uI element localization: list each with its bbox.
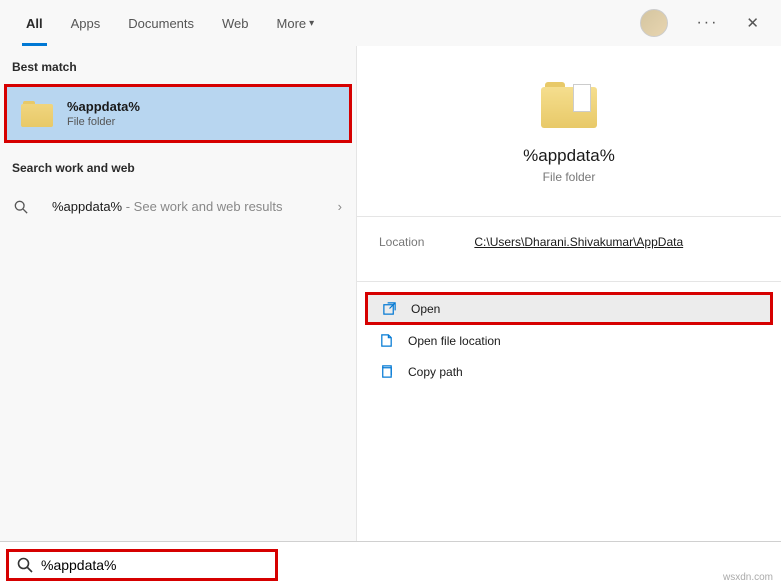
- best-match-result[interactable]: %appdata% File folder: [7, 87, 349, 140]
- filter-tabs: All Apps Documents Web More ▾ ··· ✕: [0, 0, 781, 46]
- web-result-text: %appdata% - See work and web results: [52, 199, 324, 214]
- result-subtitle: File folder: [67, 116, 335, 128]
- location-row: Location C:\Users\Dharani.Shivakumar\App…: [357, 217, 781, 267]
- search-bar: wsxdn.com: [0, 541, 781, 587]
- chevron-right-icon: ›: [338, 199, 342, 214]
- action-copy-path-label: Copy path: [408, 365, 463, 379]
- preview-subtitle: File folder: [377, 170, 761, 184]
- result-text: %appdata% File folder: [67, 99, 335, 128]
- preview-title: %appdata%: [377, 146, 761, 166]
- chevron-down-icon: ▾: [309, 18, 314, 29]
- folder-large-icon: [541, 82, 597, 128]
- action-open-file-location[interactable]: Open file location: [357, 325, 781, 356]
- search-icon: [9, 557, 41, 573]
- copy-icon: [379, 364, 394, 379]
- preview-header: %appdata% File folder: [357, 46, 781, 202]
- main-content: Best match %appdata% File folder Search …: [0, 46, 781, 541]
- user-avatar[interactable]: [640, 9, 668, 37]
- tab-apps[interactable]: Apps: [57, 0, 115, 46]
- file-location-icon: [379, 333, 394, 348]
- header-right: ··· ✕: [640, 9, 781, 37]
- search-box-highlight: [6, 549, 278, 581]
- web-result-suffix: - See work and web results: [122, 199, 282, 214]
- results-panel: Best match %appdata% File folder Search …: [0, 46, 356, 541]
- best-match-heading: Best match: [0, 60, 356, 84]
- web-search-result[interactable]: %appdata% - See work and web results ›: [0, 185, 356, 228]
- watermark: wsxdn.com: [723, 572, 773, 583]
- tab-more-label: More: [277, 16, 307, 31]
- preview-panel: %appdata% File folder Location C:\Users\…: [356, 46, 781, 541]
- result-title: %appdata%: [67, 99, 335, 114]
- close-button[interactable]: ✕: [746, 14, 759, 32]
- action-open-file-location-label: Open file location: [408, 334, 501, 348]
- tab-all[interactable]: All: [12, 0, 57, 46]
- web-result-query: %appdata%: [52, 199, 122, 214]
- tab-more[interactable]: More ▾: [263, 0, 329, 46]
- actions-list: Open Open file location Copy path: [357, 282, 781, 387]
- search-input[interactable]: [41, 557, 275, 573]
- tab-web[interactable]: Web: [208, 0, 263, 46]
- search-work-web-heading: Search work and web: [0, 161, 356, 185]
- action-copy-path[interactable]: Copy path: [357, 356, 781, 387]
- open-icon: [382, 301, 397, 316]
- action-open[interactable]: Open: [368, 295, 770, 322]
- open-action-highlight: Open: [365, 292, 773, 325]
- action-open-label: Open: [411, 302, 440, 316]
- more-options-button[interactable]: ···: [696, 14, 718, 32]
- location-label: Location: [379, 235, 424, 249]
- tab-documents[interactable]: Documents: [114, 0, 208, 46]
- location-path[interactable]: C:\Users\Dharani.Shivakumar\AppData: [474, 235, 683, 249]
- search-icon: [14, 200, 38, 214]
- folder-icon: [21, 101, 53, 127]
- best-match-highlight: %appdata% File folder: [4, 84, 352, 143]
